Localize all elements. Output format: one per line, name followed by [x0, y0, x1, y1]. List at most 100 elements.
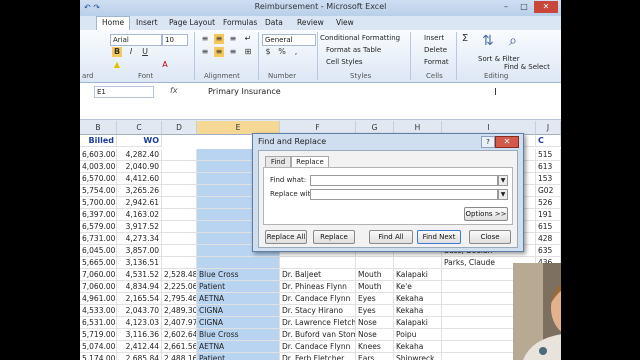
table-cell[interactable]: Mouth: [356, 269, 394, 281]
table-cell[interactable]: Blue Cross: [197, 329, 280, 341]
table-cell[interactable]: Dr. Baljeet: [280, 269, 356, 281]
name-box[interactable]: E1: [94, 86, 154, 98]
table-cell[interactable]: 526: [536, 197, 561, 209]
table-cell[interactable]: Shipwreck: [394, 353, 442, 360]
table-cell[interactable]: 4,531.52: [117, 269, 162, 281]
table-cell[interactable]: Kalapaki: [394, 269, 442, 281]
table-cell[interactable]: Dr. Buford van Stomm: [280, 329, 356, 341]
tab-review[interactable]: Review: [297, 18, 324, 27]
italic-button[interactable]: I: [126, 47, 136, 57]
fill-color-icon[interactable]: ▲: [112, 60, 122, 70]
table-cell[interactable]: 5,665.00: [80, 257, 117, 269]
table-cell[interactable]: 613: [536, 161, 561, 173]
table-cell[interactable]: CIGNA: [197, 317, 280, 329]
table-cell[interactable]: 2,412.44: [117, 341, 162, 353]
table-cell[interactable]: [162, 161, 197, 173]
table-cell[interactable]: [162, 185, 197, 197]
align-right-icon[interactable]: ≡: [228, 47, 238, 57]
align-middle-icon[interactable]: ≡: [214, 34, 224, 44]
table-header-cell[interactable]: Billed: [80, 135, 117, 147]
table-cell[interactable]: 6,579.00: [80, 221, 117, 233]
table-cell[interactable]: AETNA: [197, 293, 280, 305]
replace-with-input[interactable]: [310, 189, 498, 200]
table-cell[interactable]: Mouth: [356, 281, 394, 293]
table-cell[interactable]: Ears: [356, 353, 394, 360]
close-window-button[interactable]: ✕: [534, 1, 558, 13]
comma-button[interactable]: ,: [291, 47, 301, 57]
table-cell[interactable]: 7,060.00: [80, 281, 117, 293]
table-cell[interactable]: 635: [536, 245, 561, 257]
table-cell[interactable]: 3,265.26: [117, 185, 162, 197]
tab-home[interactable]: Home: [96, 16, 131, 31]
insert-cells-button[interactable]: Insert: [424, 34, 444, 42]
underline-button[interactable]: U: [140, 47, 150, 57]
cell-styles-button[interactable]: Cell Styles: [326, 58, 363, 66]
table-cell[interactable]: 3,116.36: [117, 329, 162, 341]
table-cell[interactable]: 615: [536, 221, 561, 233]
table-cell[interactable]: 7,060.00: [80, 269, 117, 281]
table-header-cell[interactable]: C: [536, 135, 561, 147]
close-button[interactable]: Close: [469, 230, 511, 244]
table-cell[interactable]: 6,531.00: [80, 317, 117, 329]
bold-button[interactable]: B: [112, 47, 122, 57]
table-cell[interactable]: 5,174.00: [80, 353, 117, 360]
table-cell[interactable]: Kekaha: [394, 341, 442, 353]
find-select-button[interactable]: Find & Select: [504, 63, 550, 71]
table-cell[interactable]: [162, 197, 197, 209]
tab-data[interactable]: Data: [265, 18, 283, 27]
wrap-text-icon[interactable]: ↵: [243, 34, 253, 44]
table-cell[interactable]: 5,719.00: [80, 329, 117, 341]
table-cell[interactable]: Dr. Stacy Hirano: [280, 305, 356, 317]
table-cell[interactable]: Dr. Phineas Flynn: [280, 281, 356, 293]
insert-function-icon[interactable]: fx: [170, 86, 178, 95]
replace-button[interactable]: Replace: [313, 230, 355, 244]
table-cell[interactable]: 2,602.64: [162, 329, 197, 341]
table-cell[interactable]: 4,834.94: [117, 281, 162, 293]
table-cell[interactable]: [197, 257, 280, 269]
table-cell[interactable]: 4,533.00: [80, 305, 117, 317]
table-cell[interactable]: 2,165.54: [117, 293, 162, 305]
table-cell[interactable]: [162, 149, 197, 161]
table-cell[interactable]: Nose: [356, 317, 394, 329]
table-cell[interactable]: 5,700.00: [80, 197, 117, 209]
table-cell[interactable]: 4,273.34: [117, 233, 162, 245]
options-button[interactable]: Options >>: [464, 207, 508, 221]
table-cell[interactable]: 2,942.61: [117, 197, 162, 209]
font-size-box[interactable]: 10: [162, 34, 188, 46]
percent-button[interactable]: %: [277, 47, 287, 57]
maximize-button[interactable]: □: [516, 1, 532, 13]
formula-content[interactable]: Primary Insurance: [208, 87, 281, 96]
table-cell[interactable]: Knees: [356, 341, 394, 353]
table-cell[interactable]: 3,857.00: [117, 245, 162, 257]
table-cell[interactable]: [280, 257, 356, 269]
table-cell[interactable]: 153: [536, 173, 561, 185]
table-cell[interactable]: [394, 257, 442, 269]
table-cell[interactable]: 5,754.00: [80, 185, 117, 197]
table-cell[interactable]: [162, 245, 197, 257]
merge-center-icon[interactable]: ⊞: [243, 47, 253, 57]
conditional-formatting-button[interactable]: Conditional Formatting: [320, 34, 400, 42]
table-cell[interactable]: 4,003.00: [80, 161, 117, 173]
table-cell[interactable]: Eyes: [356, 293, 394, 305]
table-cell[interactable]: 2,488.16: [162, 353, 197, 360]
table-cell[interactable]: G02: [536, 185, 561, 197]
table-cell[interactable]: 2,685.84: [117, 353, 162, 360]
binoculars-icon[interactable]: ⌕: [508, 34, 518, 48]
table-cell[interactable]: AETNA: [197, 341, 280, 353]
table-cell[interactable]: [162, 233, 197, 245]
currency-button[interactable]: $: [263, 47, 273, 57]
tab-insert[interactable]: Insert: [136, 18, 158, 27]
format-cells-button[interactable]: Format: [424, 58, 449, 66]
table-cell[interactable]: Patient: [197, 281, 280, 293]
column-header[interactable]: D: [162, 121, 197, 135]
table-cell[interactable]: 4,412.60: [117, 173, 162, 185]
table-cell[interactable]: 4,282.40: [117, 149, 162, 161]
minimize-button[interactable]: –: [498, 1, 514, 13]
replace-dropdown-icon[interactable]: ▼: [498, 189, 508, 200]
autosum-icon[interactable]: Σ: [460, 34, 470, 44]
table-cell[interactable]: Dr. Candace Flynn: [280, 293, 356, 305]
table-cell[interactable]: 2,661.56: [162, 341, 197, 353]
table-cell[interactable]: Dr. Candace Flynn: [280, 341, 356, 353]
table-cell[interactable]: Nose: [356, 329, 394, 341]
table-cell[interactable]: 2,040.90: [117, 161, 162, 173]
